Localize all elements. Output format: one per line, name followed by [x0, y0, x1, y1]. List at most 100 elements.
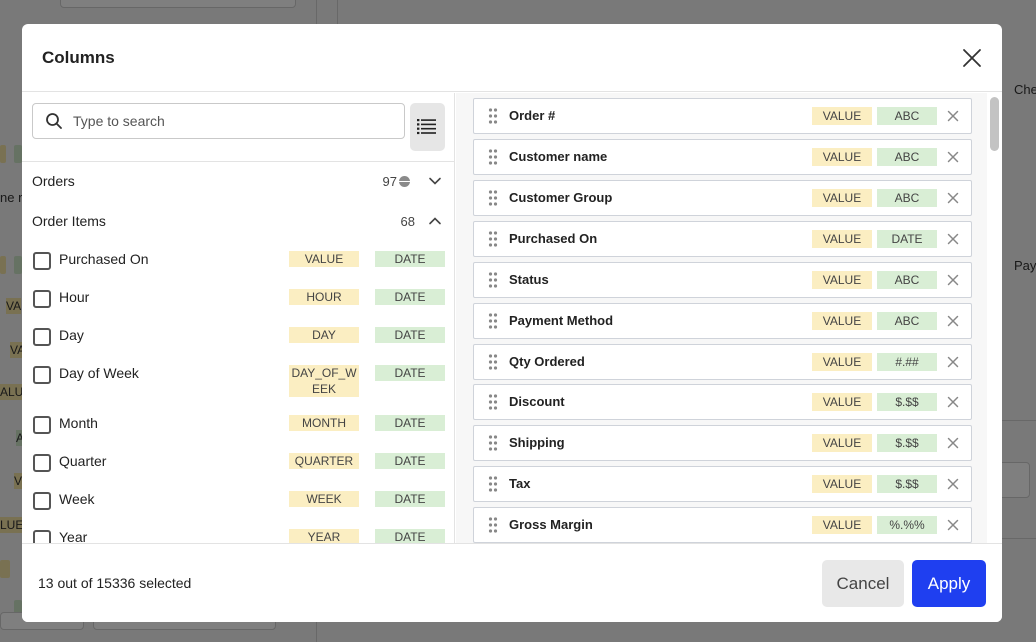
value-tag: VALUE	[812, 189, 872, 207]
column-checkbox[interactable]	[33, 416, 51, 434]
type-tag: $.$$	[877, 475, 937, 493]
remove-icon[interactable]	[946, 518, 960, 532]
type-tag: DATE	[375, 251, 445, 267]
selected-column[interactable]: Tax VALUE $.$$	[473, 466, 972, 502]
remove-icon[interactable]	[946, 109, 960, 123]
selected-column-label: Purchased On	[509, 231, 598, 246]
type-tag: DATE	[375, 327, 445, 343]
column-item[interactable]: Purchased On VALUE DATE	[22, 251, 454, 273]
remove-icon[interactable]	[946, 232, 960, 246]
remove-icon[interactable]	[946, 477, 960, 491]
column-item[interactable]: Year YEAR DATE	[22, 529, 454, 543]
drag-handle-icon[interactable]	[488, 231, 498, 247]
close-icon	[963, 49, 981, 67]
available-columns-pane: Orders 97 Order Items 68 Purchased On VA…	[22, 93, 455, 543]
column-label: Week	[59, 491, 95, 507]
column-item[interactable]: Week WEEK DATE	[22, 491, 454, 513]
remove-icon[interactable]	[946, 436, 960, 450]
group-label: Order Items	[32, 213, 106, 229]
selected-column-label: Shipping	[509, 435, 565, 450]
remove-icon[interactable]	[946, 355, 960, 369]
drag-handle-icon[interactable]	[488, 517, 498, 533]
selected-column-label: Status	[509, 272, 549, 287]
partial-selection-icon	[399, 176, 410, 187]
type-tag: DATE	[375, 491, 445, 507]
scrollbar-track[interactable]	[987, 93, 1002, 543]
column-checkbox[interactable]	[33, 366, 51, 384]
drag-handle-icon[interactable]	[488, 476, 498, 492]
column-item[interactable]: Hour HOUR DATE	[22, 289, 454, 311]
remove-icon[interactable]	[946, 273, 960, 287]
value-tag: VALUE	[812, 434, 872, 452]
selected-column[interactable]: Gross Margin VALUE %.%%	[473, 507, 972, 543]
type-tag: DATE	[375, 289, 445, 305]
column-label: Year	[59, 529, 88, 543]
selected-column[interactable]: Customer name VALUE ABC	[473, 139, 972, 175]
type-tag: #.##	[877, 353, 937, 371]
value-tag: YEAR	[289, 529, 359, 543]
group-label: Orders	[32, 173, 75, 189]
value-tag: MONTH	[289, 415, 359, 431]
search-box[interactable]	[32, 103, 405, 139]
group-count: 97	[382, 174, 397, 189]
column-checkbox[interactable]	[33, 290, 51, 308]
type-tag: $.$$	[877, 393, 937, 411]
value-tag: HOUR	[289, 289, 359, 305]
columns-modal: Columns Type to search Orders 97 Order I…	[22, 24, 1002, 622]
selected-column[interactable]: Shipping VALUE $.$$	[473, 425, 972, 461]
drag-handle-icon[interactable]	[488, 435, 498, 451]
selected-column[interactable]: Purchased On VALUE DATE	[473, 221, 972, 257]
column-item[interactable]: Day of Week DAY_OF_WEEK DATE	[22, 365, 454, 399]
search-input[interactable]	[73, 110, 393, 132]
modal-body: Orders 97 Order Items 68 Purchased On VA…	[22, 93, 1002, 543]
search-icon	[46, 113, 62, 129]
drag-handle-icon[interactable]	[488, 272, 498, 288]
remove-icon[interactable]	[946, 191, 960, 205]
column-checkbox[interactable]	[33, 454, 51, 472]
column-checkbox[interactable]	[33, 328, 51, 346]
drag-handle-icon[interactable]	[488, 108, 498, 124]
remove-icon[interactable]	[946, 150, 960, 164]
group-orders[interactable]: Orders 97	[22, 163, 454, 199]
column-checkbox[interactable]	[33, 492, 51, 510]
column-item[interactable]: Day DAY DATE	[22, 327, 454, 349]
cancel-button[interactable]: Cancel	[822, 560, 904, 607]
selected-column-label: Payment Method	[509, 313, 614, 328]
remove-icon[interactable]	[946, 395, 960, 409]
remove-icon[interactable]	[946, 314, 960, 328]
value-tag: VALUE	[812, 393, 872, 411]
group-count: 68	[400, 214, 415, 229]
column-item[interactable]: Month MONTH DATE	[22, 415, 454, 437]
value-tag: VALUE	[812, 312, 872, 330]
value-tag: VALUE	[812, 353, 872, 371]
column-label: Quarter	[59, 453, 107, 469]
chevron-up-icon[interactable]	[428, 214, 442, 228]
column-item[interactable]: Quarter QUARTER DATE	[22, 453, 454, 475]
drag-handle-icon[interactable]	[488, 313, 498, 329]
drag-handle-icon[interactable]	[488, 394, 498, 410]
column-checkbox[interactable]	[33, 530, 51, 543]
selected-column[interactable]: Order # VALUE ABC	[473, 98, 972, 134]
selected-column[interactable]: Discount VALUE $.$$	[473, 384, 972, 420]
selected-column-label: Discount	[509, 394, 565, 409]
selected-column[interactable]: Status VALUE ABC	[473, 262, 972, 298]
column-checkbox[interactable]	[33, 252, 51, 270]
group-order-items[interactable]: Order Items 68	[22, 203, 454, 239]
selected-columns-pane: Order # VALUE ABC Customer name VALUE AB…	[456, 93, 1002, 543]
type-tag: DATE	[375, 453, 445, 469]
type-tag: DATE	[375, 415, 445, 431]
selected-column[interactable]: Payment Method VALUE ABC	[473, 303, 972, 339]
drag-handle-icon[interactable]	[488, 190, 498, 206]
close-button[interactable]	[960, 46, 984, 70]
column-label: Purchased On	[59, 251, 149, 267]
chevron-down-icon[interactable]	[428, 174, 442, 188]
selected-column[interactable]: Qty Ordered VALUE #.##	[473, 344, 972, 380]
drag-handle-icon[interactable]	[488, 149, 498, 165]
apply-button[interactable]: Apply	[912, 560, 986, 607]
scrollbar-thumb[interactable]	[990, 97, 999, 151]
selected-column-label: Customer Group	[509, 190, 613, 205]
selected-column[interactable]: Customer Group VALUE ABC	[473, 180, 972, 216]
value-tag: VALUE	[289, 251, 359, 267]
drag-handle-icon[interactable]	[488, 354, 498, 370]
list-view-button[interactable]	[410, 103, 445, 151]
